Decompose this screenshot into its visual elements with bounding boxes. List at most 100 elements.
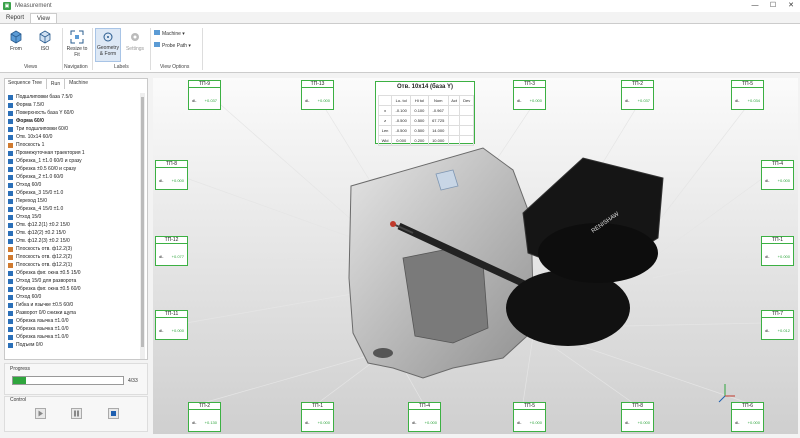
sequence-item[interactable]: Плоскость отв. ф12.2(3) — [8, 245, 138, 253]
sequence-item[interactable]: Плоскость отв. ф12.2(2) — [8, 253, 138, 261]
3d-viewport[interactable]: RENISHAW ТП-9 dL +0.037 ТП-13 dL +0.000 ТП-3 dL… — [153, 78, 798, 434]
pause-button[interactable] — [71, 408, 82, 419]
machine-option[interactable]: Machine ▾ — [154, 30, 196, 37]
table-cell — [459, 125, 474, 136]
sequence-item[interactable]: Обрезка_3 15/0 ±1.0 — [8, 189, 138, 197]
measurement-tag[interactable]: ТП-9 dL +0.037 — [188, 80, 221, 110]
from-button[interactable]: From — [6, 30, 26, 52]
labels-group-label: Labels — [114, 64, 129, 70]
measurement-tag[interactable]: ТП-8 dL +0.000 — [621, 402, 654, 432]
measurement-tag[interactable]: ТП-3 dL +0.000 — [513, 80, 546, 110]
sequence-item[interactable]: Обрезка_4 15/0 ±1.0 — [8, 205, 138, 213]
sequence-item[interactable]: Отход 60/0 — [8, 181, 138, 189]
scrollbar-thumb[interactable] — [141, 97, 144, 347]
maximize-button[interactable]: ☐ — [764, 0, 782, 12]
sequence-item[interactable]: Отход 15/0 для разворота — [8, 277, 138, 285]
probe-path-option[interactable]: Probe Path ▾ — [154, 42, 198, 49]
resize-label: Resize to Fit — [66, 46, 88, 58]
tag-label: dL — [192, 98, 197, 103]
tab-machine[interactable]: Machine — [65, 78, 92, 89]
sequence-item[interactable]: Отв. 10x14 60/0 — [8, 133, 138, 141]
part-render: RENISHAW — [185, 104, 764, 404]
sequence-item-label: Отход 60/0 — [16, 182, 42, 188]
sequence-item[interactable]: Подшлиповки база 7.5/0 — [8, 93, 138, 101]
tag-label: dL — [159, 178, 164, 183]
measurement-tag[interactable]: ТП-6 dL +0.000 — [731, 402, 764, 432]
sequence-item[interactable]: Разворот 0/0 снизки щупа — [8, 309, 138, 317]
sequence-item[interactable]: Отход 60/0 — [8, 293, 138, 301]
tab-report[interactable]: Report — [0, 13, 30, 23]
sequence-item[interactable]: Обрезка язычка ±1.0/0 — [8, 325, 138, 333]
sequence-item[interactable]: Форма 60/0 — [8, 117, 138, 125]
sequence-item[interactable]: Обрезка язычка ±1.0/0 — [8, 317, 138, 325]
tag-name: ТП-2 — [189, 402, 220, 410]
sequence-item-label: Плоскость отв. ф12.2(3) — [16, 246, 73, 252]
measurement-tag[interactable]: ТП-1 dL +0.000 — [301, 402, 334, 432]
progress-fill — [13, 377, 27, 384]
sequence-item-icon — [8, 342, 13, 348]
resize-to-fit-button[interactable]: Resize to Fit — [66, 30, 88, 58]
sequence-item[interactable]: Обрезка язычка ±1.0/0 — [8, 333, 138, 341]
sequence-item-icon — [8, 270, 13, 276]
table-cell: 0.200 — [410, 135, 429, 146]
settings-button[interactable]: Settings — [124, 30, 146, 52]
tag-label: dL — [625, 420, 630, 425]
sequence-item[interactable]: Обрезка ±0.5 60/0 и сразу — [8, 165, 138, 173]
geometry-form-button[interactable]: Geometry & Form — [95, 28, 121, 62]
stop-button[interactable] — [108, 408, 119, 419]
measurement-tag[interactable]: ТП-2 dL +0.130 — [188, 402, 221, 432]
sequence-item-label: Плоскость отв. ф12.2(2) — [16, 254, 73, 260]
sequence-item-icon — [8, 294, 13, 300]
sequence-item[interactable]: Поверхность база Y 60/0 — [8, 109, 138, 117]
sequence-item[interactable]: Плоскость отв. ф12.2(1) — [8, 261, 138, 269]
sequence-item[interactable]: Переход 15/0 — [8, 197, 138, 205]
measurement-tag[interactable]: ТП-12 dL +0.077 — [155, 236, 188, 266]
sequence-item[interactable]: Промежуточная траектория 1 — [8, 149, 138, 157]
sequence-item-label: Отв. ф12(2) ±0.2 15/0 — [16, 230, 66, 236]
sequence-item[interactable]: Обрезка_2 ±1.0 60/0 — [8, 173, 138, 181]
sequence-item-label: Форма 7.5/0 — [16, 102, 45, 108]
sequence-item[interactable]: Обрезка_1 ±1.0 60/0 и сразу — [8, 157, 138, 165]
measurement-tag[interactable]: ТП-11 dL +0.000 — [155, 310, 188, 340]
measurement-tag[interactable]: ТП-8 dL +0.000 — [155, 160, 188, 190]
sequence-item[interactable]: Подъем 0/0 — [8, 341, 138, 349]
axis-triad — [718, 384, 735, 403]
iso-button[interactable]: ISO — [34, 30, 56, 52]
close-button[interactable]: ✕ — [782, 0, 800, 12]
sequence-item[interactable]: Отход 15/0 — [8, 213, 138, 221]
sequence-item-icon — [8, 190, 13, 196]
measurement-tag[interactable]: ТП-1 dL +0.000 — [761, 236, 794, 266]
sequence-scrollbar[interactable] — [140, 93, 145, 359]
sequence-list[interactable]: Подшлиповки база 7.5/0 Форма 7.5/0 Поверхн… — [8, 93, 138, 359]
sequence-item[interactable]: Форма 7.5/0 — [8, 101, 138, 109]
sequence-item[interactable]: Отв. ф12.2(1) ±0.2 15/0 — [8, 221, 138, 229]
measurement-tag[interactable]: ТП-2 dL +0.037 — [621, 80, 654, 110]
table-cell — [459, 105, 474, 116]
table-cell: 14.000 — [427, 125, 449, 136]
tab-run[interactable]: Run — [45, 78, 66, 89]
measurement-tag[interactable]: ТП-4 dL +0.000 — [761, 160, 794, 190]
sequence-item[interactable]: Три подшлиповки 60/0 — [8, 125, 138, 133]
sequence-item[interactable]: Обрезка фиг. окна ±0.5 15/0 — [8, 269, 138, 277]
sequence-item[interactable]: Отв. ф12.2(3) ±0.2 15/0 — [8, 237, 138, 245]
tab-sequence-tree[interactable]: Sequence Tree — [4, 78, 46, 89]
sequence-item-label: Промежуточная траектория 1 — [16, 150, 85, 156]
table-cell: Len — [377, 125, 393, 136]
sequence-item[interactable]: Обрезка фиг. окна ±0.5 60/0 — [8, 285, 138, 293]
progress-title: Progress — [10, 366, 31, 372]
minimize-button[interactable]: — — [746, 0, 764, 12]
tag-label: dL — [517, 420, 522, 425]
sequence-item[interactable]: Плоскость 1 — [8, 141, 138, 149]
play-button[interactable] — [35, 408, 46, 419]
tab-view[interactable]: View — [30, 13, 57, 23]
sequence-item-icon — [8, 334, 13, 340]
progress-count: 4/33 — [128, 378, 138, 384]
measurement-tag[interactable]: ТП-5 dL +0.034 — [731, 80, 764, 110]
measurement-tag[interactable]: ТП-13 dL +0.000 — [301, 80, 334, 110]
measurement-tag[interactable]: ТП-5 dL +0.000 — [513, 402, 546, 432]
measurement-tag[interactable]: ТП-7 dL +0.012 — [761, 310, 794, 340]
sequence-item[interactable]: Гибка и язычке ±0.5 60/0 — [8, 301, 138, 309]
sequence-item[interactable]: Отв. ф12(2) ±0.2 15/0 — [8, 229, 138, 237]
sequence-item-label: Отв. ф12.2(1) ±0.2 15/0 — [16, 222, 70, 228]
measurement-tag[interactable]: ТП-4 dL +0.000 — [408, 402, 441, 432]
